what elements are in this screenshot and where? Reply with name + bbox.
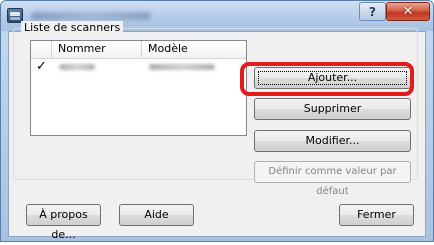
help-title-button[interactable]: ? xyxy=(359,2,386,21)
help-button[interactable]: Aide xyxy=(119,204,194,226)
list-header: Nommer Modèle xyxy=(31,41,246,59)
modify-button[interactable]: Modifier... xyxy=(254,130,411,152)
list-item[interactable]: ✓ xyxy=(31,59,246,75)
set-default-button[interactable]: Définir comme valeur par défaut xyxy=(254,161,411,197)
close-window-button[interactable]: ✕ xyxy=(386,2,430,21)
scanner-list[interactable]: Nommer Modèle ✓ xyxy=(30,40,247,136)
about-button[interactable]: À propos de... xyxy=(26,204,101,241)
window-title-redacted xyxy=(31,12,151,20)
highlight-annotation xyxy=(240,62,414,96)
column-header-name[interactable]: Nommer xyxy=(52,41,142,58)
scanner-model-redacted xyxy=(149,64,215,70)
column-header-check[interactable] xyxy=(31,41,52,58)
scanner-name-redacted xyxy=(59,64,95,70)
column-header-model[interactable]: Modèle xyxy=(142,41,245,58)
close-button[interactable]: Fermer xyxy=(339,204,414,226)
group-label: Liste de scanners xyxy=(21,21,124,34)
delete-button[interactable]: Supprimer xyxy=(254,98,411,120)
default-check-icon: ✓ xyxy=(36,59,47,74)
